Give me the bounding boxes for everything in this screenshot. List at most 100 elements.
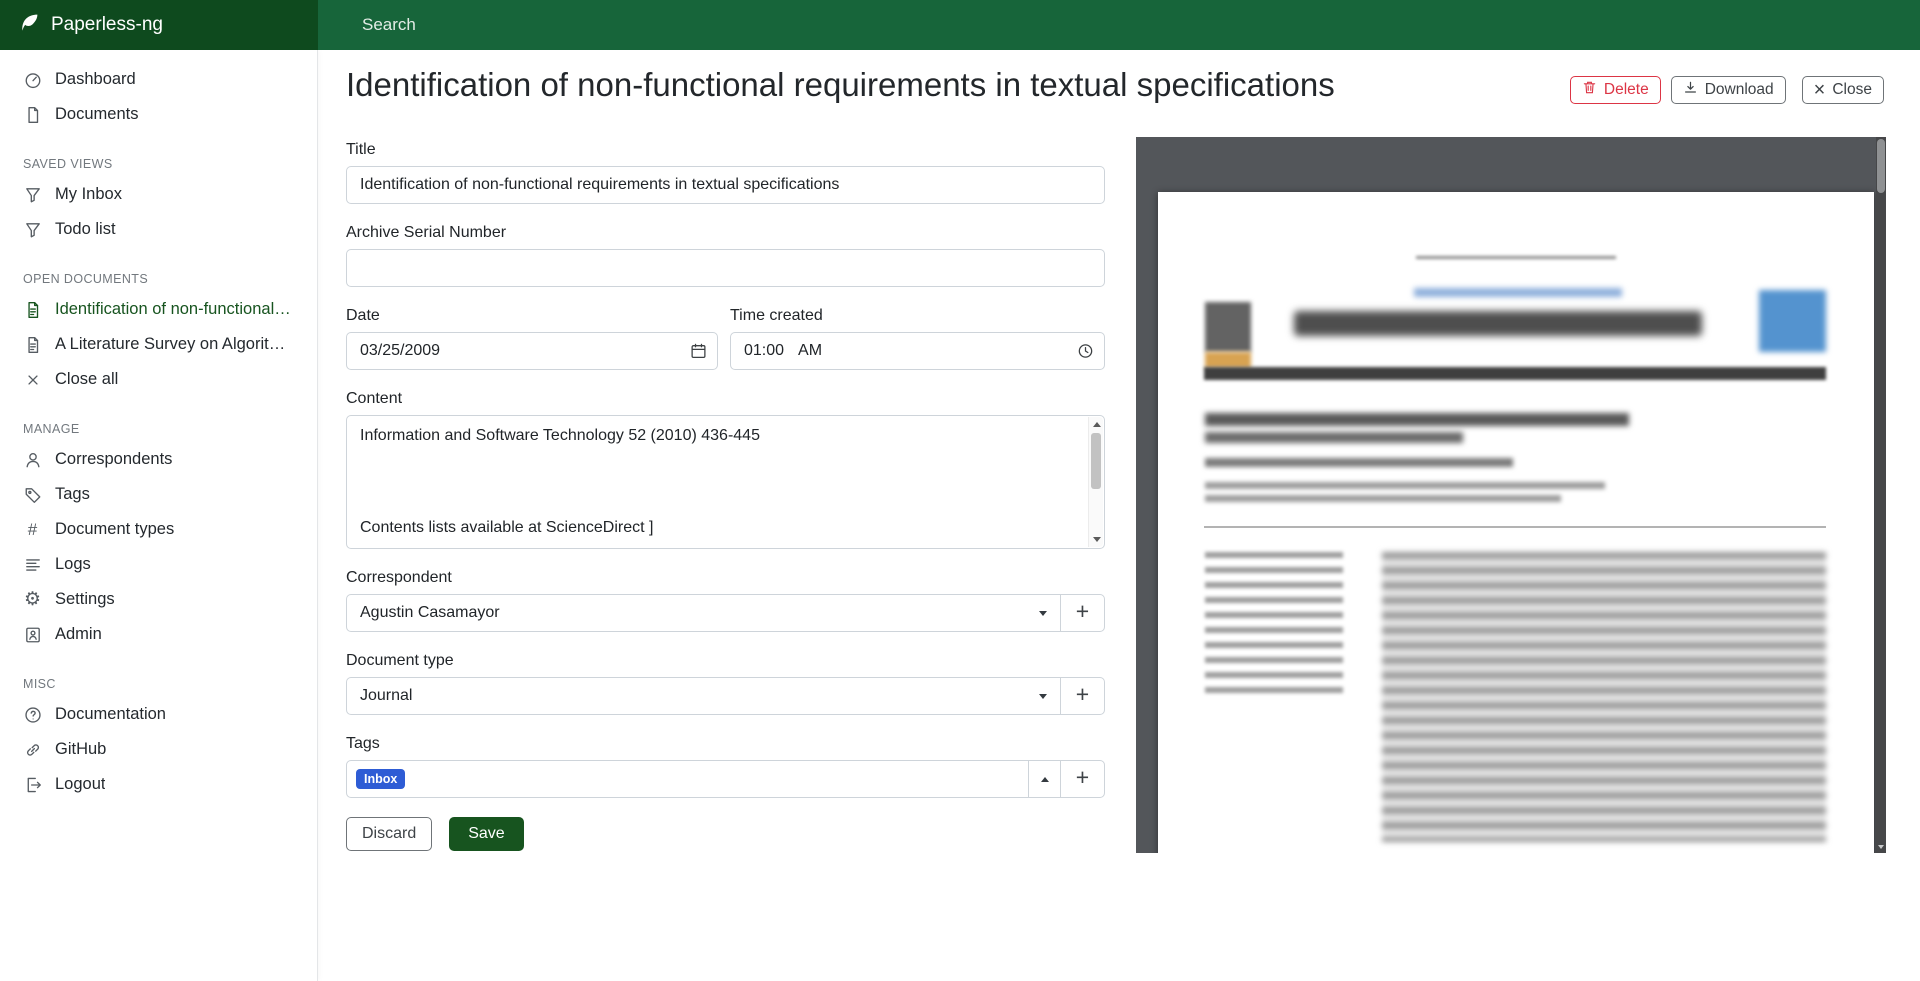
sidebar-open-doc-1[interactable]: Identification of non-functional require… (0, 292, 317, 327)
time-field-label: Time created (730, 306, 1105, 325)
preview-art (1205, 352, 1251, 368)
time-value: 01:00 (744, 342, 784, 360)
sidebar-item-label: Tags (55, 485, 90, 504)
preview-art (1759, 290, 1826, 352)
preview-art (1382, 552, 1826, 842)
sidebar-item-close-all[interactable]: Close all (0, 362, 317, 397)
time-field-group: Time created 01:00 AM (730, 306, 1105, 370)
content-scrollbar[interactable] (1088, 417, 1103, 547)
page-title: Identification of non-functional require… (346, 66, 1335, 104)
asn-field-label: Archive Serial Number (346, 223, 1105, 242)
tags-input[interactable]: Inbox (346, 760, 1029, 798)
sidebar-item-settings[interactable]: ⚙ Settings (0, 582, 317, 617)
person-icon (23, 450, 42, 469)
preview-art (1414, 288, 1622, 297)
save-button[interactable]: Save (449, 817, 523, 851)
sidebar-item-label: Identification of non-functional require… (55, 300, 294, 319)
document-detail: Identification of non-functional require… (318, 50, 1920, 981)
content-scrollbar-thumb[interactable] (1091, 433, 1101, 489)
sidebar-section-open-documents: OPEN DOCUMENTS (23, 272, 294, 286)
date-input[interactable] (346, 332, 718, 370)
add-correspondent-button[interactable]: + (1060, 594, 1105, 632)
time-input[interactable]: 01:00 AM (730, 332, 1105, 370)
sidebar-item-dashboard[interactable]: Dashboard (0, 62, 317, 97)
funnel-icon (23, 185, 42, 204)
sidebar-item-label: Documentation (55, 705, 166, 724)
add-tag-button[interactable]: + (1060, 760, 1105, 798)
pdf-preview-pane[interactable] (1136, 137, 1886, 853)
file-text-icon (23, 335, 42, 354)
sidebar-item-documents[interactable]: Documents (0, 97, 317, 132)
link-icon (23, 740, 42, 759)
clock-icon[interactable] (1077, 343, 1094, 360)
preview-art (1416, 256, 1616, 259)
download-button[interactable]: Download (1671, 76, 1786, 104)
sidebar-open-doc-2[interactable]: A Literature Survey on Algorithms for Mu… (0, 327, 317, 362)
document-actions: Delete Download × Close (1570, 76, 1884, 104)
download-label: Download (1705, 81, 1774, 99)
content-field-group: Content Information and Software Technol… (346, 389, 1105, 549)
trash-icon (1582, 80, 1597, 100)
preview-art (1205, 413, 1629, 426)
sidebar-item-github[interactable]: GitHub (0, 732, 317, 767)
preview-art (1205, 482, 1605, 489)
brand[interactable]: Paperless-ng (0, 0, 318, 50)
sidebar-item-correspondents[interactable]: Correspondents (0, 442, 317, 477)
sidebar-item-label: My Inbox (55, 185, 122, 204)
sidebar-item-admin[interactable]: Admin (0, 617, 317, 652)
preview-art (1205, 495, 1561, 502)
content-field-label: Content (346, 389, 1105, 408)
sidebar-item-documentation[interactable]: Documentation (0, 697, 317, 732)
sidebar-item-my-inbox[interactable]: My Inbox (0, 177, 317, 212)
close-icon (23, 370, 42, 389)
asn-input[interactable] (346, 249, 1105, 287)
preview-scroll-down-icon[interactable] (1876, 840, 1886, 853)
delete-button[interactable]: Delete (1570, 76, 1661, 104)
file-icon (23, 105, 42, 124)
sidebar-item-logs[interactable]: Logs (0, 547, 317, 582)
sidebar-item-todo-list[interactable]: Todo list (0, 212, 317, 247)
delete-label: Delete (1604, 81, 1649, 99)
close-button[interactable]: × Close (1802, 76, 1884, 104)
sidebar-item-label: A Literature Survey on Algorithms for Mu… (55, 335, 294, 354)
sidebar-item-label: Documents (55, 105, 138, 124)
discard-button[interactable]: Discard (346, 817, 432, 851)
dashboard-icon (23, 70, 42, 89)
sidebar-item-label: Close all (55, 370, 118, 389)
content-text: Information and Software Technology 52 (… (347, 416, 1104, 547)
scroll-down-arrow-icon[interactable] (1089, 533, 1104, 546)
title-field-group: Title (346, 140, 1105, 204)
paperless-app: Paperless-ng Dashboard Documents SAVED V… (0, 0, 1920, 981)
document-type-field-label: Document type (346, 651, 1105, 670)
search-input[interactable] (362, 15, 1062, 35)
person-badge-icon (23, 625, 42, 644)
calendar-icon[interactable] (690, 343, 707, 360)
tags-dropdown-toggle[interactable] (1028, 760, 1061, 798)
sidebar-section-misc: MISC (23, 677, 294, 691)
add-document-type-button[interactable]: + (1060, 677, 1105, 715)
gear-icon: ⚙ (23, 590, 42, 609)
sidebar-item-document-types[interactable]: # Document types (0, 512, 317, 547)
form-actions: Discard Save (346, 817, 1105, 851)
sidebar-item-label: Todo list (55, 220, 116, 239)
hash-icon: # (23, 520, 42, 539)
preview-art (1205, 552, 1343, 697)
download-icon (1683, 80, 1698, 100)
sidebar-item-tags[interactable]: Tags (0, 477, 317, 512)
preview-scrollbar[interactable] (1876, 137, 1886, 853)
title-input[interactable] (346, 166, 1105, 204)
close-label: Close (1832, 81, 1872, 99)
sidebar-item-logout[interactable]: Logout (0, 767, 317, 802)
sidebar-section-saved-views: SAVED VIEWS (23, 157, 294, 171)
document-type-select[interactable]: Journal (346, 677, 1061, 715)
correspondent-select[interactable]: Agustin Casamayor (346, 594, 1061, 632)
preview-scrollbar-thumb[interactable] (1877, 139, 1885, 193)
date-field-group: Date (346, 306, 718, 370)
content-textarea[interactable]: Information and Software Technology 52 (… (346, 415, 1105, 549)
sidebar-item-label: Dashboard (55, 70, 136, 89)
sidebar-item-label: Logs (55, 555, 91, 574)
top-navbar: Paperless-ng (0, 0, 1920, 50)
tag-badge-inbox[interactable]: Inbox (356, 769, 405, 790)
scroll-up-arrow-icon[interactable] (1089, 418, 1104, 431)
sidebar: Dashboard Documents SAVED VIEWS My Inbox… (0, 50, 318, 981)
